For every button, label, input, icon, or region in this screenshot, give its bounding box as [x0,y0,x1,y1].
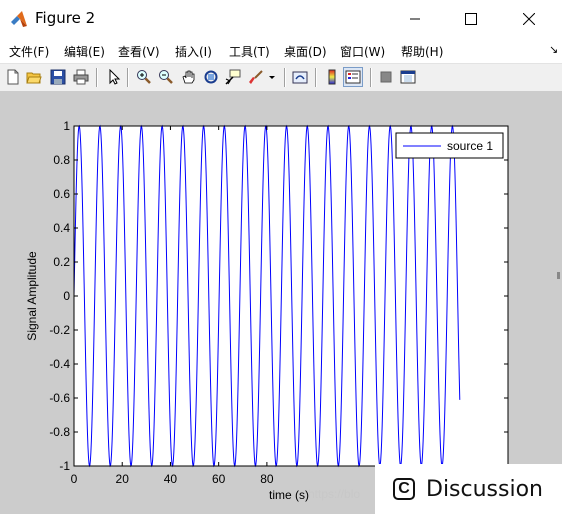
insert-legend-button[interactable] [343,67,363,87]
insert-colorbar-button[interactable] [322,67,342,87]
print-button[interactable] [71,67,91,87]
x-tick-label: 80 [260,472,274,486]
discussion-label: Discussion [426,477,543,502]
discussion-badge[interactable]: C Discussion [375,464,562,514]
y-tick-label: -0.6 [49,391,70,405]
menu-edit[interactable]: 编辑(E) [64,43,105,60]
show-plot-tools-icon [400,70,416,84]
toolbar-separator [127,68,129,87]
link-plot-icon [292,71,308,84]
y-tick-label: 0.6 [53,187,70,201]
y-tick-label: -0.2 [49,323,70,337]
brush-icon [249,70,263,84]
x-tick-label: 20 [116,472,130,486]
toolbar-separator [284,68,286,87]
x-tick-label: 40 [164,472,178,486]
y-tick-label: -1 [59,459,70,473]
toolbar-separator [315,68,317,87]
menu-window[interactable]: 窗口(W) [340,43,385,60]
y-tick-label: 0 [63,289,70,303]
y-tick-label: 0.2 [53,255,70,269]
y-tick-label: -0.4 [49,357,70,371]
brush-dropdown-icon [269,76,275,79]
print-icon [73,69,89,85]
menu-file[interactable]: 文件(F) [9,43,49,60]
toolbar-separator [370,68,372,87]
edit-plot-button[interactable] [104,67,124,87]
discussion-c-icon: C [393,478,415,500]
maximize-button[interactable] [448,0,494,38]
plot-svg[interactable]: 0 20 40 60 80 1 0.8 0.6 0.4 0.2 0 -0.2 -0.4 -0.6 -0.8… [0,91,562,514]
rotate-3d-button[interactable] [201,67,221,87]
brush-dropdown-button[interactable] [266,67,278,87]
insert-colorbar-icon [328,69,336,85]
edit-plot-icon [109,69,121,85]
menu-view[interactable]: 查看(V) [118,43,160,60]
figure-canvas[interactable]: 0 20 40 60 80 1 0.8 0.6 0.4 0.2 0 -0.2 -0.4 -0.6 -0.8… [0,91,562,514]
matlab-logo-icon [11,11,27,27]
figure-window: Figure 2 文件(F) 编辑(E) 查看(V) 插入(I) 工具(T) 桌… [0,0,562,514]
legend-label-source-1: source 1 [447,139,493,153]
y-axis-label: Signal Amplitude [25,251,39,341]
figure-resize-grip[interactable] [557,272,560,279]
zoom-in-icon [137,70,151,84]
close-icon [523,13,535,25]
x-tick-label: 60 [212,472,226,486]
x-axis-label: time (s) [269,488,309,502]
menu-insert[interactable]: 插入(I) [175,43,212,60]
menu-tools[interactable]: 工具(T) [229,43,270,60]
hide-plot-tools-button[interactable] [376,67,396,87]
save-button[interactable] [48,67,68,87]
minimize-icon [410,18,420,20]
zoom-out-button[interactable] [156,67,176,87]
pan-button[interactable] [179,67,199,87]
zoom-in-button[interactable] [134,67,154,87]
menu-help[interactable]: 帮助(H) [401,43,443,60]
data-cursor-button[interactable] [223,67,243,87]
open-file-icon [26,72,42,84]
y-tick-label: 0.8 [53,153,70,167]
menu-bar: 文件(F) 编辑(E) 查看(V) 插入(I) 工具(T) 桌面(D) 窗口(W… [0,40,562,62]
title-bar[interactable]: Figure 2 [0,0,562,38]
hide-plot-tools-icon [380,71,392,83]
brush-button[interactable] [246,67,266,87]
watermark-url-fragment: https://blo [308,487,361,501]
pan-icon [182,70,195,84]
open-file-button[interactable] [24,67,44,87]
figure-toolbar [0,63,562,92]
data-cursor-icon [225,69,241,85]
rotate-3d-icon [204,70,218,84]
window-title: Figure 2 [35,9,96,27]
link-plot-button[interactable] [290,67,310,87]
new-figure-icon [7,69,19,85]
new-figure-button[interactable] [3,67,23,87]
show-plot-tools-button[interactable] [398,67,418,87]
close-button[interactable] [506,0,552,38]
y-tick-label: 1 [63,119,70,133]
y-tick-label: 0.4 [53,221,70,235]
legend[interactable]: source 1 [395,132,504,159]
x-tick-label: 0 [71,472,78,486]
y-tick-label: -0.8 [49,425,70,439]
maximize-icon [465,13,477,25]
minimize-button[interactable] [392,0,438,38]
menu-overflow-arrow[interactable]: ↘ [549,43,558,56]
save-icon [50,69,66,85]
insert-legend-icon [345,70,361,84]
menu-desktop[interactable]: 桌面(D) [284,43,327,60]
zoom-out-icon [159,70,173,84]
toolbar-separator [96,68,98,87]
